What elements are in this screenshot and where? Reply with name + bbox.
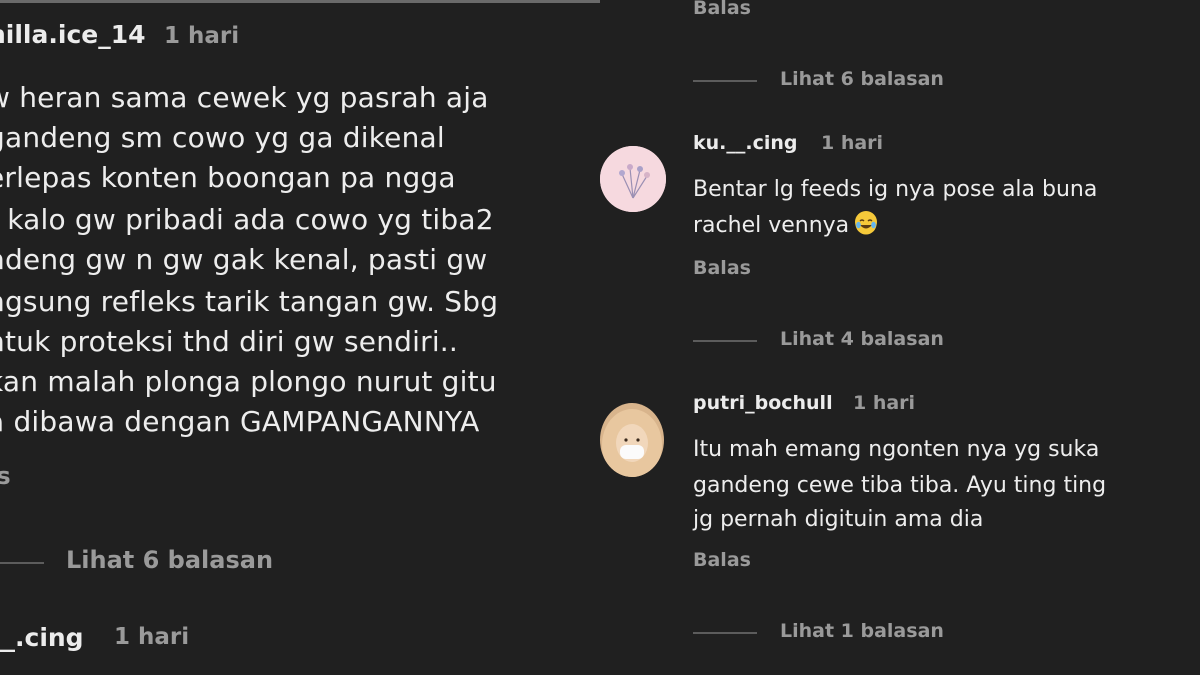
flower-avatar-icon <box>600 146 666 212</box>
comment-username[interactable]: ku.__.cing <box>693 132 798 154</box>
comment-line: Itu mah emang ngonten nya yg suka <box>693 437 1100 462</box>
comment-timestamp: 1 hari <box>821 132 884 154</box>
comment-username[interactable]: __.cing <box>0 623 84 652</box>
right-comment-panel: Balas Lihat 6 balasan ku.__.cing 1 hari … <box>600 0 1200 675</box>
comment-timestamp: 1 hari <box>853 392 916 414</box>
comment-line: gandeng cewe tiba tiba. Ayu ting ting <box>693 473 1107 498</box>
view-replies-divider <box>0 562 44 564</box>
comment-line: ntuk proteksi thd diri gw sendiri.. <box>0 325 458 358</box>
comment-username[interactable]: putri_bochull <box>693 392 833 414</box>
comment-timestamp: 1 hari <box>114 624 190 650</box>
reply-button[interactable]: Balas <box>693 549 751 571</box>
comment-line: ngsung refleks tarik tangan gw. Sbg <box>0 285 499 318</box>
avatar[interactable] <box>600 146 666 212</box>
comment-line: kan malah plonga plongo nurut gitu <box>0 365 497 398</box>
comment-line: ndeng gw n gw gak kenal, pasti gw <box>0 243 488 276</box>
view-replies-divider <box>693 340 757 342</box>
comment-line: ) kalo gw pribadi ada cowo yg tiba2 <box>0 203 494 236</box>
reply-button[interactable]: Balas <box>693 257 751 279</box>
comment-line: a dibawa dengan GAMPANGANNYA <box>0 405 480 438</box>
view-replies-button[interactable]: Lihat 4 balasan <box>780 328 944 350</box>
laughing-tears-emoji-icon <box>855 211 878 235</box>
comment-line: erlepas konten boongan pa ngga <box>0 161 456 194</box>
avatar[interactable] <box>600 403 664 477</box>
comment-line: w heran sama cewek yg pasrah aja <box>0 81 489 114</box>
view-replies-divider <box>693 80 757 82</box>
reply-button[interactable]: Balas <box>693 0 751 19</box>
comment-line: rachel vennya <box>693 208 878 244</box>
comment-line: Bentar lg feeds ig nya pose ala buna <box>693 177 1098 202</box>
view-replies-button[interactable]: Lihat 6 balasan <box>780 68 944 90</box>
top-divider <box>0 0 600 3</box>
comment-timestamp: 1 hari <box>164 23 240 49</box>
view-replies-divider <box>693 632 757 634</box>
user-photo-avatar-icon <box>600 403 664 477</box>
comment-line-text: rachel vennya <box>693 213 850 238</box>
comment-username[interactable]: nilla.ice_14 <box>0 20 146 49</box>
reply-button[interactable]: las <box>0 462 11 490</box>
comment-line: gandeng sm cowo yg ga dikenal <box>0 121 445 154</box>
comment-line: jg pernah digituin ama dia <box>693 507 984 532</box>
view-replies-button[interactable]: Lihat 1 balasan <box>780 620 944 642</box>
left-zoomed-comment-panel: nilla.ice_14 1 hari w heran sama cewek y… <box>0 0 600 675</box>
view-replies-button[interactable]: Lihat 6 balasan <box>66 546 273 574</box>
